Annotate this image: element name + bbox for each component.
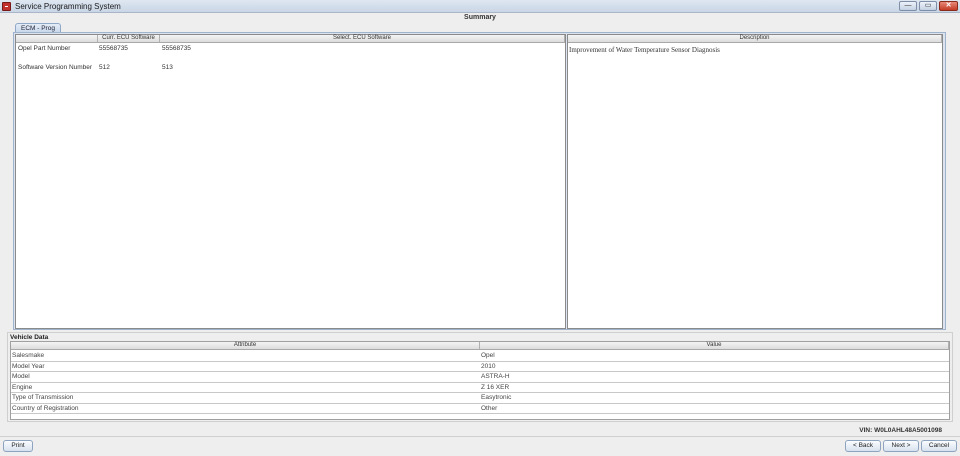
value-cell: 2010 <box>481 362 496 370</box>
table-row[interactable]: Type of Transmission Easytronic <box>11 393 949 404</box>
attribute-cell: Salesmake <box>12 352 45 359</box>
maximize-button[interactable]: ▭ <box>919 1 937 11</box>
table-row[interactable]: Model ASTRA-H <box>11 372 949 383</box>
value-cell: Easytronic <box>481 394 512 401</box>
value-cell: ASTRA-H <box>481 373 510 380</box>
value-cell: Z 16 XER <box>481 383 510 391</box>
cancel-button[interactable]: Cancel <box>921 440 957 452</box>
title-bar: Service Programming System — ▭ ✕ <box>0 0 960 13</box>
attribute-cell: Model Year <box>12 362 45 370</box>
selected-part-number[interactable]: 55568735 <box>162 45 191 52</box>
table-row[interactable]: Country of Registration Other <box>11 404 949 414</box>
software-table: Curr. ECU Software Select. ECU Software … <box>15 34 566 329</box>
row-label-part-number: Opel Part Number <box>18 45 71 52</box>
description-table: Description Improvement of Water Tempera… <box>567 34 943 329</box>
vin-label: VIN: W0L0AHL48A5001098 <box>859 427 942 434</box>
attribute-cell: Type of Transmission <box>12 394 74 401</box>
selected-software-version[interactable]: 513 <box>162 64 173 71</box>
current-part-number: 55568735 <box>99 45 128 52</box>
vehicle-data-table: Attribute Value Salesmake Opel Model Yea… <box>10 341 950 420</box>
column-header-selected-software: Select. ECU Software <box>160 35 565 43</box>
page-title: Summary <box>464 14 496 21</box>
minimize-button[interactable]: — <box>899 1 917 11</box>
table-row[interactable]: Engine Z 16 XER <box>11 383 949 393</box>
close-button[interactable]: ✕ <box>939 1 958 11</box>
value-cell: Opel <box>481 352 495 359</box>
back-button[interactable]: < Back <box>845 440 881 452</box>
attribute-cell: Model <box>12 373 30 380</box>
column-header-current-software: Curr. ECU Software <box>98 35 160 43</box>
window-title: Service Programming System <box>15 2 121 11</box>
table-row[interactable]: Model Year 2010 <box>11 362 949 372</box>
attribute-cell: Engine <box>12 383 33 391</box>
row-label-software-version: Software Version Number <box>18 64 93 71</box>
print-button[interactable]: Print <box>3 440 33 452</box>
column-header-blank <box>16 35 98 43</box>
attribute-cell: Country of Registration <box>12 404 79 412</box>
column-header-value: Value <box>480 342 949 350</box>
footer-divider <box>0 436 960 437</box>
app-logo-icon <box>2 2 11 11</box>
column-header-description: Description <box>568 35 942 43</box>
current-software-version: 512 <box>99 64 110 71</box>
table-row[interactable]: Salesmake Opel <box>11 351 949 362</box>
description-text: Improvement of Water Temperature Sensor … <box>569 46 720 54</box>
next-button[interactable]: Next > <box>883 440 919 452</box>
value-cell: Other <box>481 404 498 412</box>
column-header-attribute: Attribute <box>11 342 480 350</box>
vehicle-data-title: Vehicle Data <box>10 334 49 341</box>
